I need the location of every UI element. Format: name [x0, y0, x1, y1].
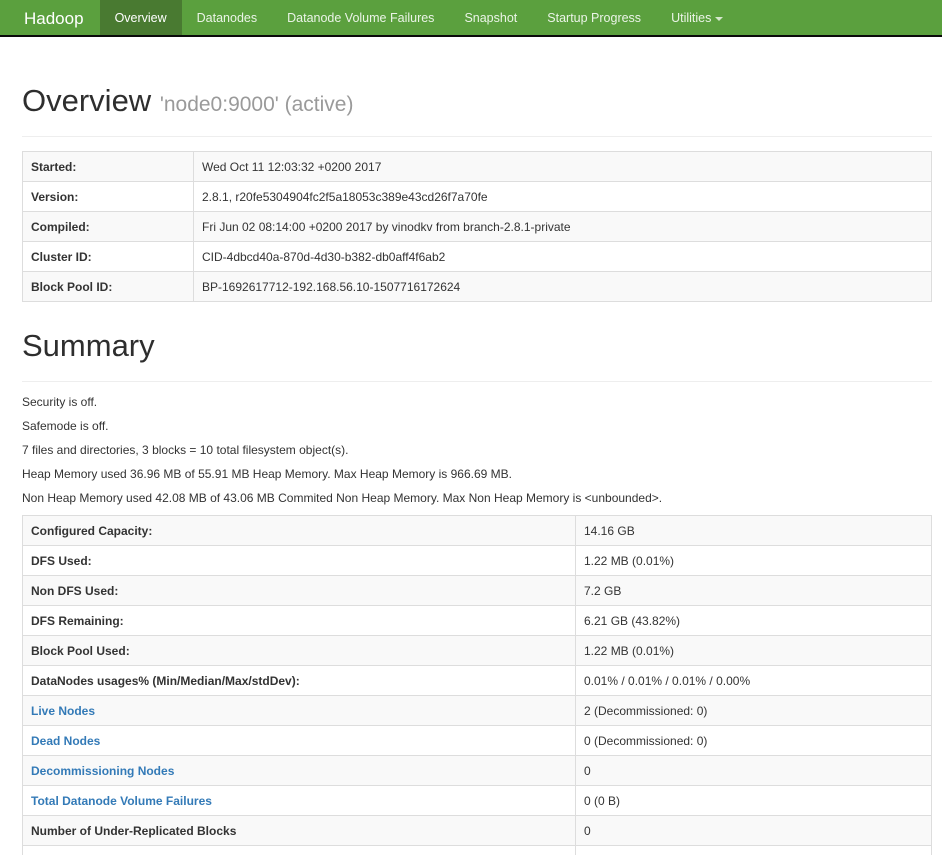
page-title-text: Overview: [22, 83, 152, 118]
heap-memory-text: Heap Memory used 36.96 MB of 55.91 MB He…: [22, 467, 512, 481]
dfs-remaining-label: DFS Remaining:: [22, 605, 576, 636]
page-title: Overview 'node0:9000' (active): [22, 83, 932, 119]
dead-nodes-link[interactable]: Dead Nodes: [31, 734, 100, 748]
namenode-address-subtitle: 'node0:9000' (active): [159, 93, 354, 116]
row-cluster-id: Cluster ID: CID-4dbcd40a-870d-4d30-b382-…: [22, 241, 932, 272]
caret-down-icon: [715, 16, 724, 21]
datanodes-usages-label: DataNodes usages% (Min/Median/Max/stdDev…: [22, 665, 576, 696]
row-total-datanode-volume-failures: Total Datanode Volume Failures 0 (0 B): [22, 785, 932, 816]
row-under-replicated-blocks: Number of Under-Replicated Blocks 0: [22, 815, 932, 846]
row-version: Version: 2.8.1, r20fe5304904fc2f5a18053c…: [22, 181, 932, 212]
decommissioning-nodes-value: 0: [575, 755, 932, 786]
total-datanode-volume-failures-value: 0 (0 B): [575, 785, 932, 816]
non-dfs-used-value: 7.2 GB: [575, 575, 932, 606]
live-nodes-value: 2 (Decommissioned: 0): [575, 695, 932, 726]
live-nodes-link[interactable]: Live Nodes: [31, 704, 95, 718]
main-content: Overview 'node0:9000' (active) Started: …: [0, 83, 942, 855]
divider: [22, 381, 932, 382]
row-compiled: Compiled: Fri Jun 02 08:14:00 +0200 2017…: [22, 211, 932, 242]
filesystem-objects-text: 7 files and directories, 3 blocks = 10 t…: [22, 443, 349, 457]
nav-tab-overview[interactable]: Overview: [99, 0, 182, 35]
row-started-value: Wed Oct 11 12:03:32 +0200 2017: [193, 151, 932, 182]
row-dfs-used: DFS Used: 1.22 MB (0.01%): [22, 545, 932, 576]
nav-tab-utilities-dropdown[interactable]: Utilities: [656, 0, 738, 35]
dead-nodes-value: 0 (Decommissioned: 0): [575, 725, 932, 756]
navbar: Hadoop Overview Datanodes Datanode Volum…: [0, 0, 942, 37]
row-blocks-pending-deletion: Number of Blocks Pending Deletion 0: [22, 845, 932, 855]
non-heap-memory-text: Non Heap Memory used 42.08 MB of 43.06 M…: [22, 491, 663, 505]
total-datanode-volume-failures-link[interactable]: Total Datanode Volume Failures: [31, 794, 212, 808]
nav-tab-utilities-label: Utilities: [671, 11, 712, 25]
under-replicated-blocks-label: Number of Under-Replicated Blocks: [22, 815, 576, 846]
row-cluster-id-label: Cluster ID:: [22, 241, 194, 272]
row-started-label: Started:: [22, 151, 194, 182]
nav-tab-datanode-volume-failures[interactable]: Datanode Volume Failures: [272, 0, 449, 35]
row-block-pool-used: Block Pool Used: 1.22 MB (0.01%): [22, 635, 932, 666]
overview-info-table: Started: Wed Oct 11 12:03:32 +0200 2017 …: [22, 151, 932, 302]
row-datanodes-usages: DataNodes usages% (Min/Median/Max/stdDev…: [22, 665, 932, 696]
configured-capacity-value: 14.16 GB: [575, 515, 932, 546]
blocks-pending-deletion-label: Number of Blocks Pending Deletion: [22, 845, 576, 855]
nav-tab-startup-progress[interactable]: Startup Progress: [532, 0, 656, 35]
security-status-text: Security is off.: [22, 395, 98, 409]
dfs-used-value: 1.22 MB (0.01%): [575, 545, 932, 576]
row-configured-capacity: Configured Capacity: 14.16 GB: [22, 515, 932, 546]
non-dfs-used-label: Non DFS Used:: [22, 575, 576, 606]
divider: [22, 136, 932, 137]
summary-paragraphs: Security is off. Safemode is off. 7 file…: [22, 394, 932, 507]
under-replicated-blocks-value: 0: [575, 815, 932, 846]
row-block-pool-id: Block Pool ID: BP-1692617712-192.168.56.…: [22, 271, 932, 302]
nav-tab-datanodes[interactable]: Datanodes: [182, 0, 272, 35]
row-cluster-id-value: CID-4dbcd40a-870d-4d30-b382-db0aff4f6ab2: [193, 241, 932, 272]
safemode-status-text: Safemode is off.: [22, 419, 109, 433]
summary-title: Summary: [22, 328, 155, 363]
block-pool-used-label: Block Pool Used:: [22, 635, 576, 666]
row-block-pool-id-label: Block Pool ID:: [22, 271, 194, 302]
dfs-remaining-value: 6.21 GB (43.82%): [575, 605, 932, 636]
summary-table: Configured Capacity: 14.16 GB DFS Used: …: [22, 515, 932, 855]
block-pool-used-value: 1.22 MB (0.01%): [575, 635, 932, 666]
nav-tab-snapshot[interactable]: Snapshot: [449, 0, 532, 35]
row-started: Started: Wed Oct 11 12:03:32 +0200 2017: [22, 151, 932, 182]
row-live-nodes: Live Nodes 2 (Decommissioned: 0): [22, 695, 932, 726]
dfs-used-label: DFS Used:: [22, 545, 576, 576]
row-decommissioning-nodes: Decommissioning Nodes 0: [22, 755, 932, 786]
nav-tabs: Overview Datanodes Datanode Volume Failu…: [99, 0, 739, 35]
row-compiled-label: Compiled:: [22, 211, 194, 242]
datanodes-usages-value: 0.01% / 0.01% / 0.01% / 0.00%: [575, 665, 932, 696]
row-non-dfs-used: Non DFS Used: 7.2 GB: [22, 575, 932, 606]
blocks-pending-deletion-value: 0: [575, 845, 932, 855]
row-compiled-value: Fri Jun 02 08:14:00 +0200 2017 by vinodk…: [193, 211, 932, 242]
row-version-label: Version:: [22, 181, 194, 212]
row-dead-nodes: Dead Nodes 0 (Decommissioned: 0): [22, 725, 932, 756]
brand-hadoop[interactable]: Hadoop: [0, 0, 100, 35]
row-version-value: 2.8.1, r20fe5304904fc2f5a18053c389e43cd2…: [193, 181, 932, 212]
configured-capacity-label: Configured Capacity:: [22, 515, 576, 546]
row-block-pool-id-value: BP-1692617712-192.168.56.10-150771617262…: [193, 271, 932, 302]
decommissioning-nodes-link[interactable]: Decommissioning Nodes: [31, 764, 174, 778]
row-dfs-remaining: DFS Remaining: 6.21 GB (43.82%): [22, 605, 932, 636]
